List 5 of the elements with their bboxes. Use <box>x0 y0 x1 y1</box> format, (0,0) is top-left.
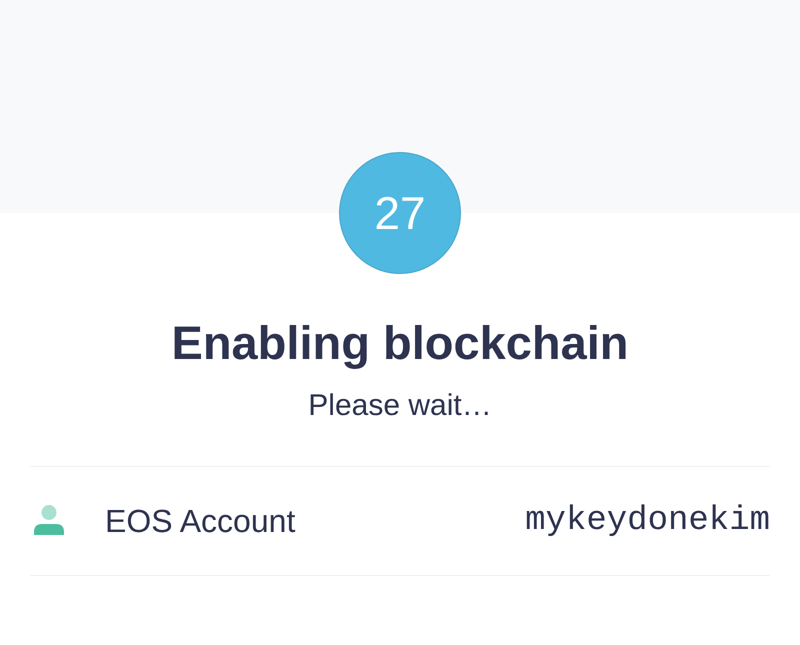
row-value: mykeydonekim <box>525 502 770 540</box>
person-icon <box>34 505 64 535</box>
title: Enabling blockchain <box>171 315 628 371</box>
row-label: EOS Account <box>105 502 296 540</box>
subtitle: Please wait… <box>308 388 492 424</box>
